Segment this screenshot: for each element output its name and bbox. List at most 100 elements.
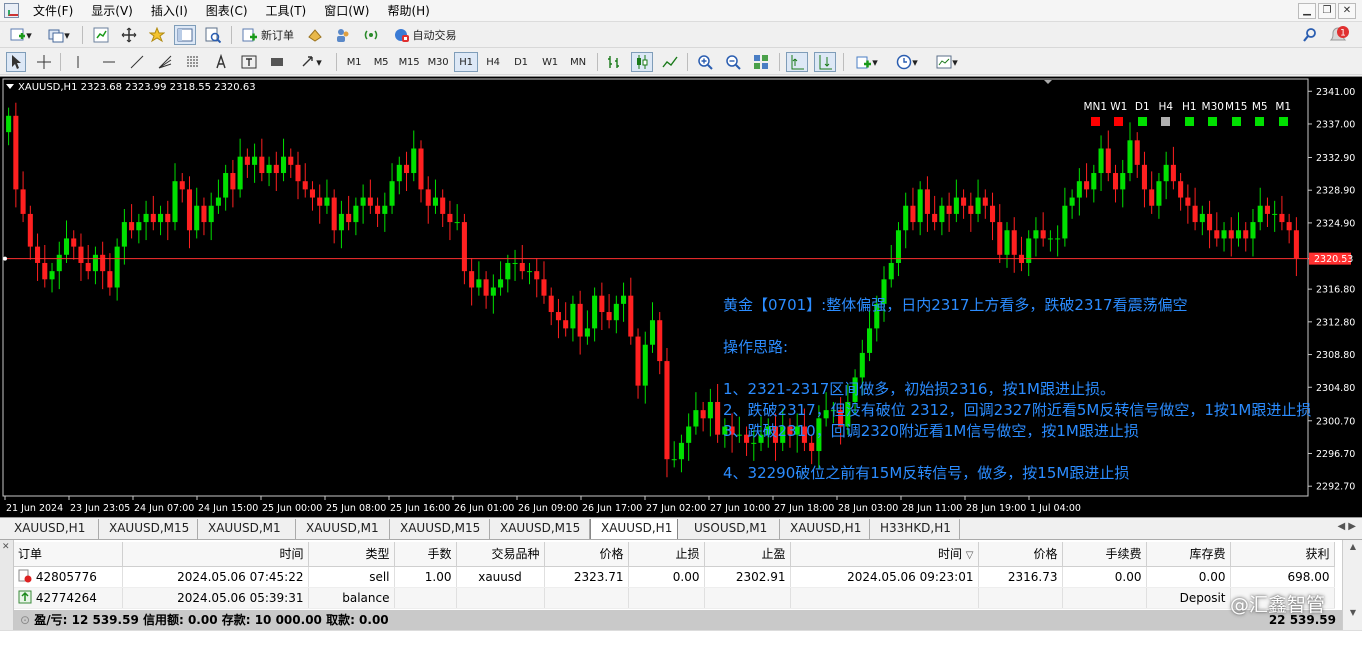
periods-button[interactable]: ▾ bbox=[890, 52, 924, 72]
auto-trading-button[interactable]: 自动交易 bbox=[388, 25, 462, 45]
col-order[interactable]: 订单 bbox=[14, 542, 123, 567]
search-button[interactable] bbox=[1300, 25, 1320, 45]
table-row[interactable]: 42805776 2024.05.06 07:45:22 sell 1.00 x… bbox=[14, 566, 1335, 588]
auto-scroll-button[interactable] bbox=[786, 52, 808, 72]
horizontal-line-tool[interactable] bbox=[98, 52, 120, 72]
menu-tools[interactable]: 工具(T) bbox=[257, 3, 316, 19]
vertical-scrollbar[interactable]: ▲ ▼ bbox=[1342, 540, 1362, 631]
crosshair-tool[interactable] bbox=[34, 52, 54, 72]
scroll-up-icon[interactable]: ▲ bbox=[1344, 542, 1362, 558]
chart-tab[interactable]: XAUUSD,H1 bbox=[780, 519, 870, 539]
timeframe-w1[interactable]: W1 bbox=[537, 52, 563, 72]
new-chart-button[interactable]: ▾ bbox=[6, 25, 36, 45]
col-open-price[interactable]: 价格 bbox=[544, 542, 629, 567]
terminal-button[interactable] bbox=[174, 25, 196, 45]
data-window-button[interactable] bbox=[118, 25, 140, 45]
chat-button[interactable] bbox=[332, 25, 354, 45]
col-commission[interactable]: 手续费 bbox=[1062, 542, 1147, 567]
text-tool[interactable] bbox=[210, 52, 232, 72]
candle-body bbox=[360, 197, 366, 206]
cursor-tool[interactable] bbox=[6, 52, 26, 72]
menu-view[interactable]: 显示(V) bbox=[82, 3, 142, 19]
price-chart[interactable]: 2341.00 2337.00 2332.90 2328.90 2324.90 2316.… bbox=[0, 76, 1362, 517]
zoom-in-button[interactable] bbox=[694, 52, 716, 72]
chart-tab[interactable]: XAUUSD,M15 bbox=[99, 519, 198, 539]
col-stop-loss[interactable]: 止损 bbox=[628, 542, 705, 567]
chart-tab-active[interactable]: XAUUSD,H1 bbox=[590, 519, 678, 540]
timeframe-h1[interactable]: H1 bbox=[454, 52, 478, 72]
col-take-profit[interactable]: 止盈 bbox=[704, 542, 791, 567]
indicator-cell bbox=[1201, 117, 1225, 126]
market-watch-button[interactable] bbox=[90, 25, 112, 45]
order-cell: 42805776 bbox=[14, 566, 123, 588]
chart-tab[interactable]: XAUUSD,H1 bbox=[4, 519, 99, 539]
rectangle-tool[interactable] bbox=[266, 52, 288, 72]
zoom-out-button[interactable] bbox=[722, 52, 744, 72]
timeframe-d1[interactable]: D1 bbox=[509, 52, 533, 72]
close-terminal-icon[interactable]: ✕ bbox=[2, 542, 10, 552]
candle-body bbox=[186, 189, 193, 231]
metaeditor-button[interactable] bbox=[304, 25, 326, 45]
col-symbol[interactable]: 交易品种 bbox=[456, 542, 545, 567]
chart-shift-button[interactable] bbox=[814, 52, 836, 72]
chart-tab[interactable]: XAUUSD,M15 bbox=[390, 519, 490, 539]
chart-tab[interactable]: USOUSD,M1 bbox=[684, 519, 780, 539]
col-type[interactable]: 类型 bbox=[308, 542, 395, 567]
scroll-down-icon[interactable]: ▼ bbox=[1344, 608, 1362, 624]
indicators-button[interactable]: ▾ bbox=[850, 52, 884, 72]
col-profit[interactable]: 获利 bbox=[1230, 542, 1335, 567]
candle-body bbox=[1033, 230, 1039, 239]
annotation-line: 3、跌破2310，回调2320附近看1M信号做空，按1M跟进止损 bbox=[723, 422, 1139, 440]
trendline-tool[interactable] bbox=[126, 52, 148, 72]
x-tick-label: 21 Jun 2024 bbox=[6, 503, 63, 514]
col-open-time[interactable]: 时间 bbox=[122, 542, 309, 567]
timeframe-m1[interactable]: M1 bbox=[342, 52, 366, 72]
new-order-button[interactable]: 新订单 bbox=[238, 25, 298, 45]
candle-body bbox=[309, 189, 316, 198]
tab-scroll-arrows[interactable]: ◀ ▶ bbox=[1337, 521, 1356, 532]
fibonacci-fan-tool[interactable] bbox=[154, 52, 176, 72]
timeframe-m15[interactable]: M15 bbox=[396, 52, 422, 72]
text-label-tool[interactable] bbox=[238, 52, 260, 72]
templates-button[interactable]: ▾ bbox=[930, 52, 964, 72]
timeframe-m30[interactable]: M30 bbox=[425, 52, 451, 72]
vertical-line-tool[interactable] bbox=[68, 52, 88, 72]
col-lots[interactable]: 手数 bbox=[394, 542, 457, 567]
strategy-tester-button[interactable] bbox=[202, 25, 224, 45]
timeframe-mn[interactable]: MN bbox=[565, 52, 591, 72]
navigator-button[interactable] bbox=[146, 25, 168, 45]
signals-button[interactable] bbox=[360, 25, 382, 45]
fibonacci-tool[interactable] bbox=[182, 52, 204, 72]
profiles-button[interactable]: ▾ bbox=[44, 25, 74, 45]
timeframe-m5[interactable]: M5 bbox=[369, 52, 393, 72]
close-button[interactable]: ✕ bbox=[1338, 3, 1356, 19]
menu-help[interactable]: 帮助(H) bbox=[378, 3, 438, 19]
menu-file[interactable]: 文件(F) bbox=[24, 3, 82, 19]
table-row[interactable]: 42774264 2024.05.06 05:39:31 balance Dep… bbox=[14, 587, 1335, 609]
chart-tab[interactable]: XAUUSD,M15 bbox=[490, 519, 590, 539]
candle-body bbox=[678, 442, 684, 460]
candle-body bbox=[1243, 230, 1249, 239]
notifications-button[interactable]: 1 bbox=[1326, 25, 1352, 45]
bar-chart-button[interactable] bbox=[603, 52, 625, 72]
candle-body bbox=[664, 361, 670, 460]
chart-tab[interactable]: H33HKD,H1 bbox=[870, 519, 960, 539]
tile-windows-button[interactable] bbox=[750, 52, 772, 72]
chart-tab[interactable]: XAUUSD,M1 bbox=[296, 519, 390, 539]
candlestick-chart-button[interactable] bbox=[631, 52, 653, 72]
text-icon bbox=[216, 54, 226, 69]
menu-window[interactable]: 窗口(W) bbox=[315, 3, 378, 19]
restore-button[interactable]: ❐ bbox=[1318, 3, 1336, 19]
menu-insert[interactable]: 插入(I) bbox=[142, 3, 197, 19]
candle-body bbox=[910, 205, 916, 223]
timeframe-h4[interactable]: H4 bbox=[481, 52, 505, 72]
col-close-time[interactable]: 时间 ▽ bbox=[790, 542, 979, 567]
minimize-button[interactable]: ▁ bbox=[1298, 3, 1316, 19]
chart-tab[interactable]: XAUUSD,M1 bbox=[198, 519, 296, 539]
more-objects-button[interactable]: ▾ bbox=[294, 52, 328, 72]
col-close-price[interactable]: 价格 bbox=[978, 542, 1063, 567]
col-swap[interactable]: 库存费 bbox=[1146, 542, 1231, 567]
rectangle-icon bbox=[271, 58, 283, 66]
menu-charts[interactable]: 图表(C) bbox=[197, 3, 257, 19]
line-chart-button[interactable] bbox=[659, 52, 681, 72]
